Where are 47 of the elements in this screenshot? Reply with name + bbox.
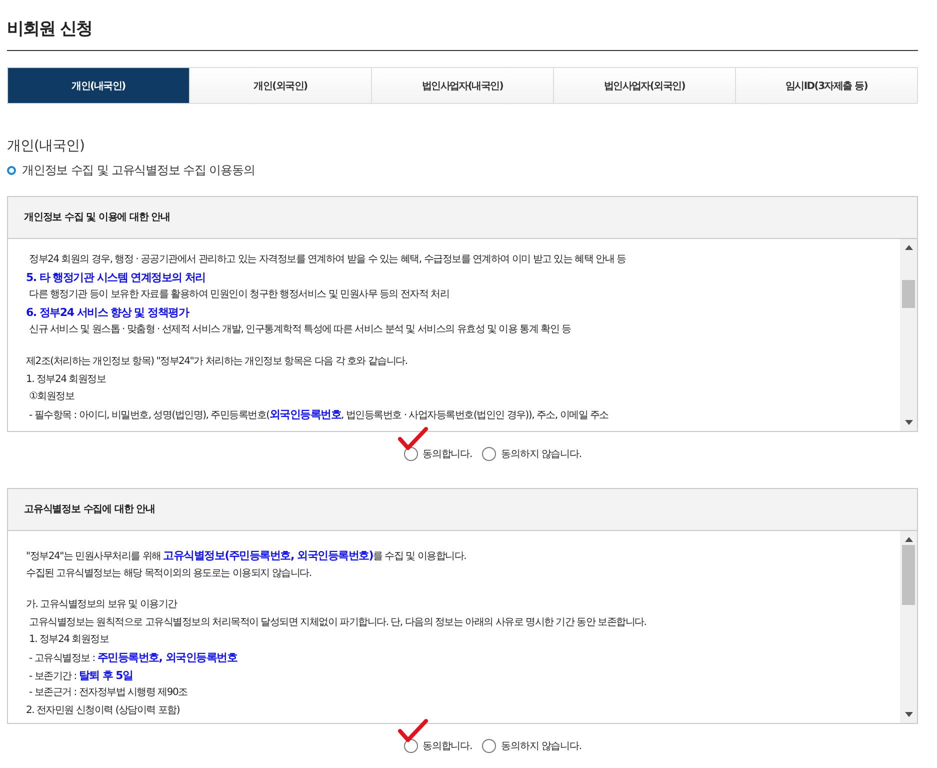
scroll-thumb[interactable] [902, 280, 915, 308]
heading-text: 5. 타 행정기관 시스템 연계정보의 처리 [26, 270, 206, 286]
radio-button[interactable] [482, 739, 496, 753]
checkmark-icon [398, 427, 428, 451]
tab[interactable]: 개인(외국인) [189, 68, 371, 103]
scroll-thumb[interactable] [902, 545, 915, 605]
panel-header: 개인정보 수집 및 이용에 대한 안내 [8, 197, 917, 239]
body-text: 제2조(처리하는 개인정보 항목) "정부24"가 처리하는 개인정보 항목은 다음 각 호와 같습니다. [26, 354, 408, 369]
body-text: 고유식별정보는 원칙적으로 고유식별정보의 처리목적이 달성되면 지체없이 파기합니다. 단, 다음의 정보는 아래의 사유로 명시한 기간 동안 보존합니다. [28, 616, 648, 630]
tab[interactable]: 임시ID(3자제출 등) [735, 68, 917, 103]
body-text: 1. 정부24 회원정보 [28, 633, 110, 648]
body-text: 가. 고유식별정보의 보유 및 이용기간 [26, 598, 178, 612]
subtitle: 개인정보 수집 및 고유식별정보 수집 이용동의 [22, 162, 255, 179]
radio-label[interactable]: 동의하지 않습니다. [501, 447, 582, 461]
tab[interactable]: 법인사업자(외국인) [553, 68, 735, 103]
radio-button[interactable] [404, 739, 418, 753]
radio-button[interactable] [404, 447, 418, 461]
section-title: 개인(내국인) [7, 137, 86, 155]
radio-label[interactable]: 동의합니다. [422, 447, 472, 461]
body-text: 2. 전자민원 신청이력 (상담이력 포함) [26, 704, 181, 718]
checkmark-icon [398, 719, 428, 743]
scrollbar[interactable] [900, 531, 917, 723]
scroll-down-icon[interactable] [904, 420, 912, 425]
tab[interactable]: 개인(내국인) [8, 68, 189, 103]
body-text: 다른 행정기관 등이 보유한 자료를 활용하여 민원인이 청구한 행정서비스 및 민원사무 등의 전자적 처리 [28, 288, 450, 302]
bullet-icon [7, 166, 16, 175]
scroll-down-icon[interactable] [904, 712, 912, 717]
scrollbar[interactable] [900, 239, 917, 431]
body-text: ①회원정보 [28, 390, 76, 404]
radio-button[interactable] [482, 447, 496, 461]
scroll-up-icon[interactable] [904, 537, 912, 542]
heading-text: 6. 정부24 서비스 향상 및 정책평가 [26, 304, 190, 321]
body-text: 1. 정부24 회원정보 [26, 372, 107, 387]
body-text: 수집된 고유식별정보는 해당 목적이외의 용도로는 이용되지 않습니다. [26, 566, 312, 581]
scroll-up-icon[interactable] [904, 245, 912, 250]
body-text: 정부24 회원의 경우, 행정 · 공공기관에서 관리하고 있는 자격정보를 연계하여 받을 수 있는 혜택, 수급정보를 연계하여 이미 받고 있는 혜택 안내 등 [28, 253, 627, 267]
radio-label[interactable]: 동의합니다. [422, 739, 472, 753]
body-text: - 고유식별정보 : 주민등록번호, 외국인등록번호 [28, 650, 238, 666]
body-text: - 보존근거 : 전자정부법 시행령 제90조 [28, 686, 188, 700]
body-text: 신규 서비스 및 원스톱 · 맞춤형 · 선제적 서비스 개발, 인구통계학적 특성에 따른 서비스 분석 및 서비스의 유효성 및 이용 통계 확인 등 [28, 323, 572, 338]
page-title: 비회원 신청 [7, 0, 918, 51]
radio-label[interactable]: 동의하지 않습니다. [501, 739, 582, 753]
tab[interactable]: 법인사업자(내국인) [371, 68, 553, 103]
body-text: - 필수항목 : 아이디, 비밀번호, 성명(법인명), 주민등록번호(외국인등록번호, 법인등록번호 · 사업자등록번호(법인인 경우)), 주소, 이메일 주소 [28, 406, 610, 423]
panel-header: 고유식별정보 수집에 대한 안내 [8, 489, 917, 531]
body-text: "정부24"는 민원사무처리를 위해 고유식별정보(주민등록번호, 외국인등록번호)를 수집 및 이용합니다. [26, 548, 468, 564]
body-text: - 보존기간 : 탈퇴 후 5일 [28, 668, 134, 684]
